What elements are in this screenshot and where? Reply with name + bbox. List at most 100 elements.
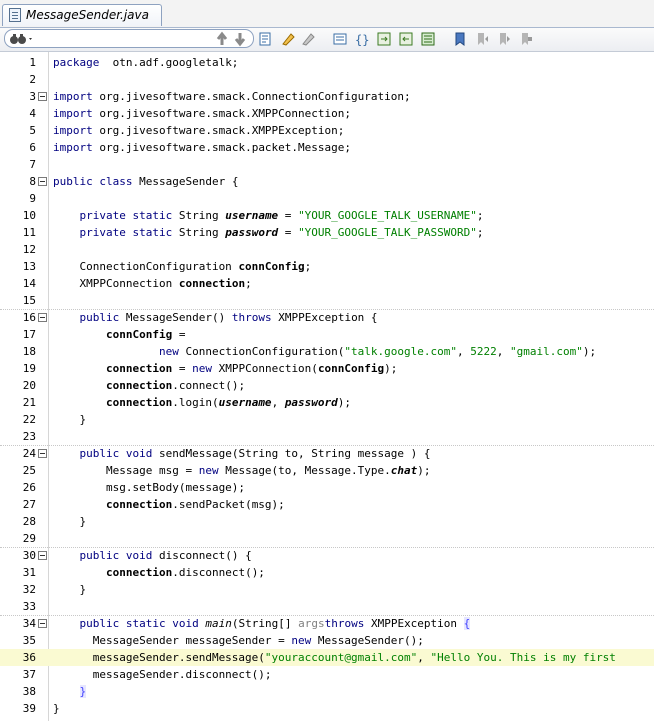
highlight-icon[interactable] — [280, 31, 296, 47]
code-line[interactable]: 29 — [0, 530, 654, 548]
line-number: 38 — [22, 685, 36, 698]
code-token: ConnectionConfiguration — [53, 260, 239, 273]
line-number: 17 — [22, 328, 36, 341]
code-token: connection — [105, 396, 173, 409]
shift-icon[interactable] — [420, 31, 436, 47]
code-token: ); — [384, 362, 398, 375]
code-text: new ConnectionConfiguration("talk.google… — [53, 343, 596, 360]
code-line[interactable]: 9 — [0, 190, 654, 207]
code-text: import org.jivesoftware.smack.Connection… — [53, 88, 411, 105]
code-text: connection.connect(); — [53, 377, 245, 394]
line-number: 36 — [22, 651, 36, 664]
code-token: String — [172, 209, 226, 222]
line-number: 14 — [22, 277, 36, 290]
code-line[interactable]: 23 — [0, 428, 654, 446]
code-line[interactable]: 34 public static void main(String[] args… — [0, 615, 654, 632]
code-line[interactable]: 18 new ConnectionConfiguration("talk.goo… — [0, 343, 654, 360]
code-line[interactable]: 13 ConnectionConfiguration connConfig; — [0, 258, 654, 275]
fold-toggle-icon[interactable] — [38, 619, 47, 628]
code-text: connection.login(username, password); — [53, 394, 351, 411]
line-number: 32 — [22, 583, 36, 596]
code-token: ; — [476, 226, 484, 239]
find-icon[interactable] — [258, 31, 274, 47]
fold-toggle-icon[interactable] — [38, 92, 47, 101]
outdent-icon[interactable] — [398, 31, 414, 47]
code-token: } — [53, 702, 60, 715]
search-input[interactable] — [4, 29, 254, 48]
code-line[interactable]: 24 public void sendMessage(String to, St… — [0, 445, 654, 462]
code-token: connection — [105, 362, 173, 375]
code-text: } — [53, 700, 60, 717]
code-line[interactable]: 32 } — [0, 581, 654, 598]
code-line[interactable]: 5 import org.jivesoftware.smack.XMPPExcep… — [0, 122, 654, 139]
code-line[interactable]: 37 messageSender.disconnect(); — [0, 666, 654, 683]
line-number: 7 — [29, 158, 36, 171]
code-token: = — [172, 362, 193, 375]
code-line[interactable]: 38 } — [0, 683, 654, 700]
history-back-icon[interactable] — [215, 31, 229, 47]
code-line[interactable]: 10 private static String username = "YOU… — [0, 207, 654, 224]
code-line[interactable]: 8 public class MessageSender { — [0, 173, 654, 190]
code-line[interactable]: 7 — [0, 156, 654, 173]
bookmark-icon[interactable] — [452, 31, 468, 47]
code-line[interactable]: 36 messageSender.sendMessage("youraccoun… — [0, 649, 654, 666]
code-token: org.jivesoftware.smack.ConnectionConfigu… — [92, 90, 411, 103]
code-token: .connect(); — [172, 379, 246, 392]
next-bookmark-icon[interactable] — [496, 31, 512, 47]
fold-toggle-icon[interactable] — [38, 551, 47, 560]
code-line[interactable]: 11 private static String password = "YOU… — [0, 224, 654, 241]
fold-toggle-icon[interactable] — [38, 313, 47, 322]
code-text: } — [53, 683, 87, 700]
line-number: 35 — [22, 634, 36, 647]
code-line[interactable]: 21 connection.login(username, password); — [0, 394, 654, 411]
line-number: 5 — [29, 124, 36, 137]
code-line[interactable]: 6 import org.jivesoftware.smack.packet.Me… — [0, 139, 654, 156]
code-line[interactable]: 3 import org.jivesoftware.smack.Connectio… — [0, 88, 654, 105]
code-token: disconnect() { — [152, 549, 252, 562]
code-editor[interactable]: 1 package otn.adf.googletalk; 2 3 import org… — [0, 52, 654, 721]
code-token: password — [225, 226, 279, 239]
binoculars-icon[interactable] — [9, 31, 35, 47]
code-line[interactable]: 30 public void disconnect() { — [0, 547, 654, 564]
code-line[interactable]: 31 connection.disconnect(); — [0, 564, 654, 581]
toggle-comment-icon[interactable] — [332, 31, 348, 47]
file-tab[interactable]: MessageSender.java — [2, 4, 162, 26]
code-line[interactable]: 27 connection.sendPacket(msg); — [0, 496, 654, 513]
code-line[interactable]: 20 connection.connect(); — [0, 377, 654, 394]
code-line[interactable]: 19 connection = new XMPPConnection(connC… — [0, 360, 654, 377]
code-line[interactable]: 14 XMPPConnection connection; — [0, 275, 654, 292]
braces-icon[interactable]: {} — [354, 31, 370, 47]
code-line[interactable]: 16 public MessageSender() throws XMPPExc… — [0, 309, 654, 326]
code-line[interactable]: 26 msg.setBody(message); — [0, 479, 654, 496]
history-forward-icon[interactable] — [233, 31, 247, 47]
indent-icon[interactable] — [376, 31, 392, 47]
fold-toggle-icon[interactable] — [38, 449, 47, 458]
line-number: 16 — [22, 311, 36, 324]
code-line[interactable]: 39} — [0, 700, 654, 717]
code-line[interactable]: 1 package otn.adf.googletalk; — [0, 54, 654, 71]
code-token: messageSender.disconnect(); — [53, 668, 272, 681]
code-line[interactable]: 33 — [0, 598, 654, 616]
code-line[interactable]: 15 — [0, 292, 654, 310]
line-number: 13 — [22, 260, 36, 273]
line-number: 27 — [22, 498, 36, 511]
fold-toggle-icon[interactable] — [38, 177, 47, 186]
code-line[interactable]: 2 — [0, 71, 654, 88]
code-line[interactable]: 28 } — [0, 513, 654, 530]
clear-highlight-icon[interactable] — [300, 31, 316, 47]
code-line[interactable]: 4 import org.jivesoftware.smack.XMPPConne… — [0, 105, 654, 122]
code-line[interactable]: 12 — [0, 241, 654, 258]
code-line[interactable]: 25 Message msg = new Message(to, Message… — [0, 462, 654, 479]
code-line[interactable]: 17 connConfig = — [0, 326, 654, 343]
clear-bookmark-icon[interactable] — [518, 31, 534, 47]
code-text: ConnectionConfiguration connConfig; — [53, 258, 311, 275]
code-token: new — [158, 345, 179, 358]
code-line[interactable]: 22 } — [0, 411, 654, 428]
code-line[interactable]: 35 MessageSender messageSender = new Mes… — [0, 632, 654, 649]
prev-bookmark-icon[interactable] — [474, 31, 490, 47]
